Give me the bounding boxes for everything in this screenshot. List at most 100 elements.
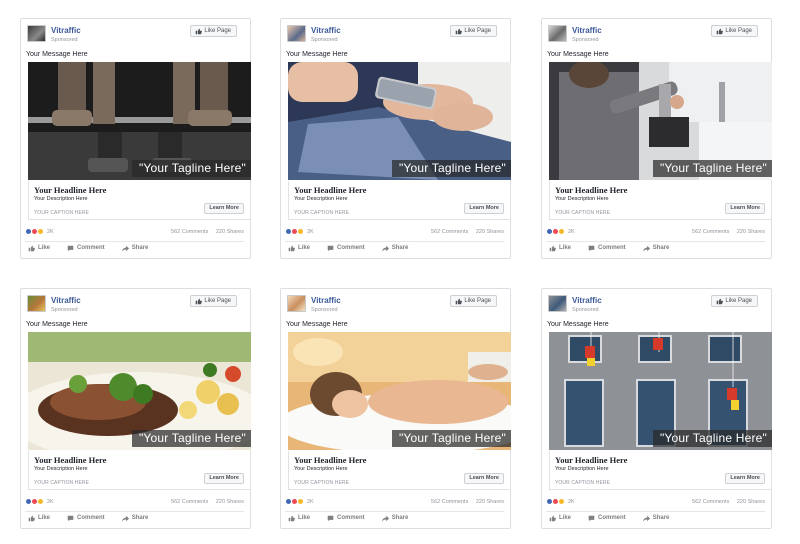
- page-name-link[interactable]: Vitraffic: [311, 26, 341, 35]
- avatar[interactable]: [27, 295, 46, 312]
- page-name-link[interactable]: Vitraffic: [51, 296, 81, 305]
- thumbs-up-icon: [196, 298, 203, 304]
- caption: YOUR CAPTION HERE: [294, 480, 350, 486]
- tagline-overlay: "Your Tagline Here": [391, 430, 511, 447]
- comments-count[interactable]: 562 Comments: [171, 229, 208, 235]
- ad-image[interactable]: "Your Tagline Here": [28, 332, 251, 450]
- thumbs-up-icon: [717, 298, 724, 304]
- reaction-summary[interactable]: 2K: [546, 498, 575, 505]
- page-name-link[interactable]: Vitraffic: [51, 26, 81, 35]
- comments-count[interactable]: 562 Comments: [692, 229, 729, 235]
- avatar[interactable]: [287, 25, 306, 42]
- learn-more-button[interactable]: Learn More: [464, 473, 504, 484]
- reaction-summary[interactable]: 2K: [285, 498, 314, 505]
- comments-count[interactable]: 562 Comments: [431, 229, 468, 235]
- learn-more-button[interactable]: Learn More: [464, 203, 504, 214]
- thumbs-up-icon: [456, 28, 463, 34]
- link-preview[interactable]: Your Headline Here Your Description Here…: [28, 181, 251, 220]
- ad-image[interactable]: "Your Tagline Here": [549, 332, 772, 450]
- like-label: Like: [559, 515, 572, 521]
- reaction-summary[interactable]: 2K: [25, 228, 54, 235]
- comments-count[interactable]: 562 Comments: [692, 499, 729, 505]
- reaction-count: 2K: [47, 228, 54, 235]
- like-button[interactable]: Like: [28, 245, 50, 252]
- share-button[interactable]: Share: [642, 515, 669, 522]
- actions-row: Like Comment Share: [25, 241, 244, 254]
- link-preview[interactable]: Your Headline Here Your Description Here…: [28, 451, 251, 490]
- page-name-link[interactable]: Vitraffic: [311, 296, 341, 305]
- actions-row: Like Comment Share: [546, 511, 765, 524]
- like-page-button[interactable]: Like Page: [711, 25, 758, 37]
- comment-button[interactable]: Comment: [327, 515, 365, 522]
- headline: Your Headline Here: [34, 455, 107, 465]
- sponsored-label: Sponsored: [51, 307, 78, 313]
- share-arrow-icon: [121, 245, 129, 252]
- thumbs-up-icon: [288, 245, 295, 251]
- reaction-summary[interactable]: 2K: [25, 498, 54, 505]
- like-page-label: Like Page: [204, 298, 231, 304]
- avatar[interactable]: [27, 25, 46, 42]
- learn-more-button[interactable]: Learn More: [204, 203, 244, 214]
- like-page-button[interactable]: Like Page: [450, 25, 497, 37]
- avatar[interactable]: [548, 295, 567, 312]
- share-button[interactable]: Share: [121, 515, 148, 522]
- link-preview[interactable]: Your Headline Here Your Description Here…: [549, 451, 772, 490]
- like-page-button[interactable]: Like Page: [190, 295, 237, 307]
- share-button[interactable]: Share: [642, 245, 669, 252]
- shares-count[interactable]: 220 Shares: [476, 499, 504, 505]
- comments-count[interactable]: 562 Comments: [171, 499, 208, 505]
- wow-reaction-icon: [558, 498, 565, 505]
- link-preview[interactable]: Your Headline Here Your Description Here…: [549, 181, 772, 220]
- ad-image[interactable]: "Your Tagline Here": [549, 62, 772, 180]
- page-name-link[interactable]: Vitraffic: [572, 26, 602, 35]
- ad-image[interactable]: "Your Tagline Here": [28, 62, 251, 180]
- comment-button[interactable]: Comment: [588, 515, 626, 522]
- comment-button[interactable]: Comment: [67, 515, 105, 522]
- like-button[interactable]: Like: [288, 515, 310, 522]
- shares-count[interactable]: 220 Shares: [737, 229, 765, 235]
- like-page-button[interactable]: Like Page: [190, 25, 237, 37]
- caption: YOUR CAPTION HERE: [294, 210, 350, 216]
- shares-count[interactable]: 220 Shares: [476, 229, 504, 235]
- avatar[interactable]: [548, 25, 567, 42]
- comment-button[interactable]: Comment: [67, 245, 105, 252]
- thumbs-up-icon: [717, 28, 724, 34]
- like-label: Like: [559, 245, 572, 251]
- ad-image[interactable]: "Your Tagline Here": [288, 62, 511, 180]
- share-arrow-icon: [381, 245, 389, 252]
- comment-button[interactable]: Comment: [588, 245, 626, 252]
- share-button[interactable]: Share: [381, 245, 408, 252]
- learn-more-button[interactable]: Learn More: [725, 473, 765, 484]
- learn-more-button[interactable]: Learn More: [204, 473, 244, 484]
- share-button[interactable]: Share: [381, 515, 409, 522]
- shares-count[interactable]: 220 Shares: [737, 499, 765, 505]
- like-page-button[interactable]: Like Page: [450, 295, 497, 307]
- share-button[interactable]: Share: [121, 245, 148, 252]
- learn-more-button[interactable]: Learn More: [725, 203, 765, 214]
- reaction-summary[interactable]: 2K: [285, 228, 314, 235]
- comments-count[interactable]: 562 Comments: [431, 499, 468, 505]
- comment-button[interactable]: Comment: [327, 245, 365, 252]
- avatar[interactable]: [287, 295, 306, 312]
- like-button[interactable]: Like: [28, 515, 50, 522]
- actions-row: Like Comment Share: [285, 511, 504, 524]
- like-button[interactable]: Like: [549, 245, 571, 252]
- share-arrow-icon: [642, 515, 650, 522]
- like-button[interactable]: Like: [288, 245, 310, 252]
- like-label: Like: [298, 515, 311, 521]
- like-label: Like: [298, 245, 311, 251]
- description: Your Description Here: [294, 196, 348, 202]
- reaction-count: 2K: [568, 498, 575, 505]
- link-preview[interactable]: Your Headline Here Your Description Here…: [288, 181, 511, 220]
- ad-message: Your Message Here: [547, 51, 609, 58]
- page-name-link[interactable]: Vitraffic: [572, 296, 602, 305]
- reaction-summary[interactable]: 2K: [546, 228, 575, 235]
- ad-image[interactable]: "Your Tagline Here": [288, 332, 511, 450]
- shares-count[interactable]: 220 Shares: [216, 499, 244, 505]
- sponsored-label: Sponsored: [311, 307, 338, 313]
- like-button[interactable]: Like: [549, 515, 571, 522]
- link-preview[interactable]: Your Headline Here Your Description Here…: [288, 451, 511, 490]
- shares-count[interactable]: 220 Shares: [216, 229, 244, 235]
- share-label: Share: [391, 515, 409, 521]
- like-page-button[interactable]: Like Page: [711, 295, 758, 307]
